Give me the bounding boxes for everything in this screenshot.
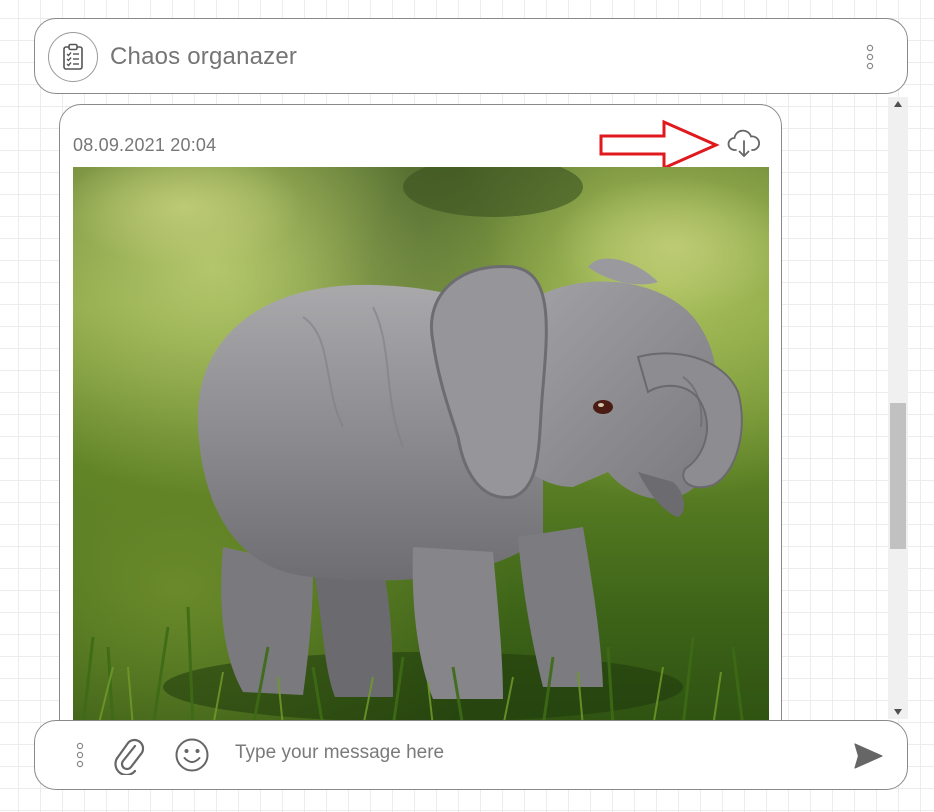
cloud-download-icon (727, 129, 760, 157)
message-timestamp: 08.09.2021 20:04 (73, 135, 217, 155)
message-list[interactable]: 08.09.2021 20:04 (34, 96, 908, 720)
scroll-up-arrow[interactable] (893, 99, 903, 109)
vertical-dots-icon (866, 44, 874, 70)
attach-button[interactable] (113, 737, 147, 777)
vertical-dots-icon (76, 742, 84, 768)
chat-header: Chaos organazer (34, 18, 908, 94)
emoji-button[interactable] (174, 737, 210, 773)
header-menu-button[interactable] (863, 43, 877, 71)
red-arrow-icon (599, 119, 720, 171)
composer (34, 720, 908, 790)
scrollbar[interactable] (888, 97, 908, 719)
send-icon (854, 743, 883, 769)
scroll-thumb[interactable] (890, 403, 906, 549)
scroll-down-arrow[interactable] (893, 707, 903, 717)
composer-menu-button[interactable] (73, 741, 87, 769)
app-title: Chaos organazer (110, 43, 298, 70)
clipboard-checklist-icon (63, 43, 83, 70)
download-button[interactable] (727, 127, 761, 161)
smiley-icon (175, 738, 209, 772)
image-message: 08.09.2021 20:04 (59, 104, 782, 720)
elephant-photo[interactable] (73, 167, 769, 720)
avatar[interactable] (48, 32, 98, 82)
message-input[interactable] (235, 737, 835, 769)
elephant-illustration (73, 167, 769, 720)
send-button[interactable] (851, 739, 885, 773)
paperclip-icon (114, 738, 145, 777)
